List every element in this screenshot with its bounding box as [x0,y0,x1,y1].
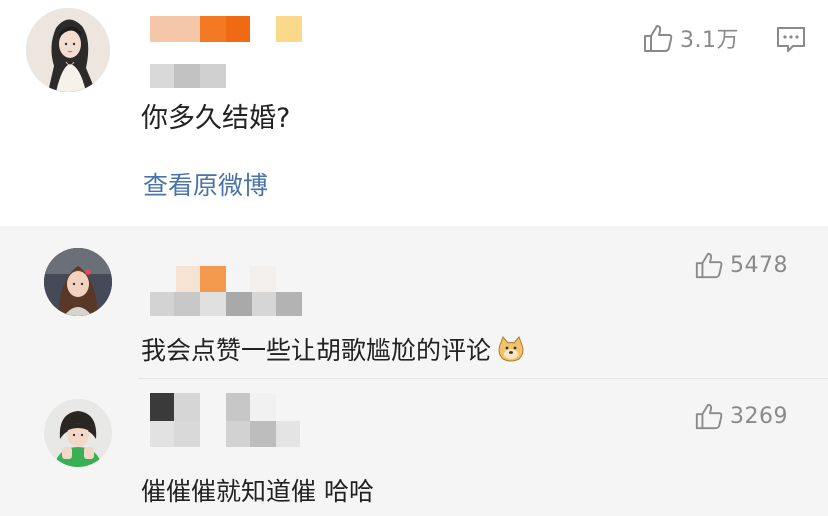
reply-avatar[interactable] [44,248,112,316]
avatar-girl-green-icon [44,399,112,467]
reply-text: 我会点赞一些让胡歌尴尬的评论 [141,336,492,365]
avatar-girl-photo-icon [44,248,112,316]
reply-username-blurred[interactable] [150,393,310,449]
reply-like-count: 5478 [730,252,788,278]
reply-avatar[interactable] [44,399,112,467]
main-comment: 3.1万 你多久结婚? 查看原微博 [0,0,828,226]
commenter-avatar[interactable] [26,8,110,92]
comment-content: 你多久结婚? [141,103,291,134]
timestamp-blurred [150,64,230,88]
reply-content: 我会点赞一些让胡歌尴尬的评论 [141,334,525,372]
like-button[interactable]: 3.1万 [642,22,739,54]
thumbs-up-icon [695,252,723,279]
reply-like-button[interactable]: 3269 [694,401,788,431]
view-original-weibo-link[interactable]: 查看原微博 [143,166,268,202]
reply-item: 5478 我会点赞一些让胡歌尴尬的评论 [0,226,828,379]
thumbs-up-icon [644,25,673,52]
username-blurred[interactable] [150,16,305,42]
like-count: 3.1万 [680,28,739,53]
doge-emoji-icon [497,335,525,372]
reply-item: 3269 催催催就知道催 哈哈 [0,379,828,516]
comment-icon [777,27,805,52]
thumbs-up-icon [695,403,723,430]
reply-username-blurred[interactable] [150,266,310,318]
reply-like-button[interactable]: 5478 [694,250,788,280]
reply-button[interactable] [776,26,806,58]
avatar-woman-illustration-icon [26,8,110,92]
reply-content: 催催催就知道催 哈哈 [141,477,374,506]
reply-like-count: 3269 [730,403,788,429]
reply-list: 5478 我会点赞一些让胡歌尴尬的评论 3269 催催催就知道催 哈哈 [0,226,828,516]
